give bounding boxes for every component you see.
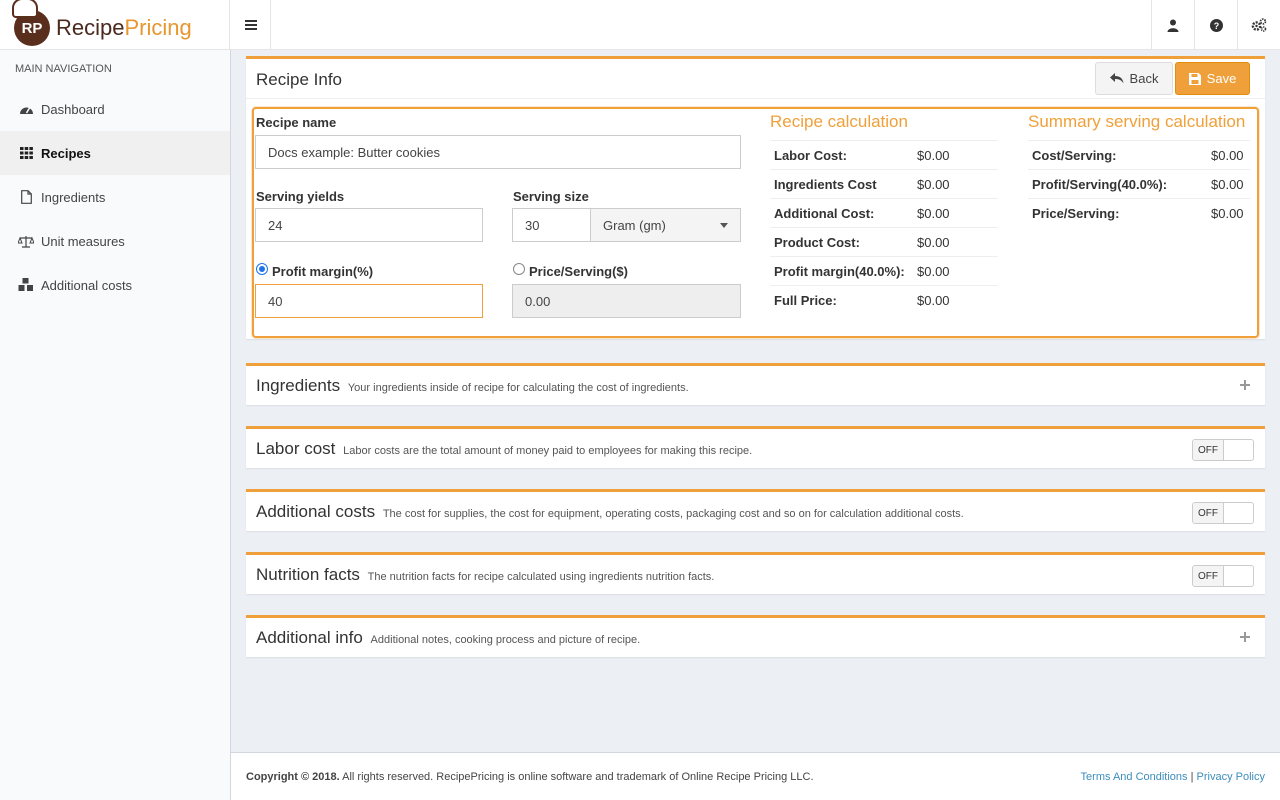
section-title: Additional info Additional notes, cookin… [256, 628, 641, 647]
serving-size-input[interactable]: 30 [512, 208, 591, 242]
sidebar: MAIN NAVIGATION Dashboard Recipes Ingred… [0, 50, 231, 800]
back-button[interactable]: Back [1095, 62, 1173, 95]
nutrition-facts-section: Nutrition facts The nutrition facts for … [246, 552, 1265, 594]
copyright-text: Copyright © 2018. All rights reserved. R… [246, 771, 814, 783]
serving-unit-select[interactable]: Gram (gm) [590, 208, 741, 242]
hamburger-icon [244, 20, 257, 30]
calc-row-profit-margin: Profit margin(40.0%): $0.00 [770, 256, 998, 285]
calc-row-ingredients-cost: Ingredients Cost $0.00 [770, 169, 998, 198]
brand-name: RecipePricing [56, 15, 192, 40]
sidebar-item-label: Recipes [41, 145, 91, 161]
nav-heading: MAIN NAVIGATION [15, 63, 112, 75]
section-title: Labor cost Labor costs are the total amo… [256, 439, 753, 458]
caret-down-icon [720, 223, 728, 228]
section-description: Additional notes, cooking process and pi… [370, 634, 641, 646]
reply-icon [1109, 73, 1124, 84]
additional-costs-section: Additional costs The cost for supplies, … [246, 489, 1265, 531]
sidebar-item-label: Unit measures [41, 233, 125, 249]
sidebar-item-label: Additional costs [41, 277, 133, 293]
sidebar-item-label: Dashboard [41, 101, 105, 117]
labor-cost-toggle[interactable]: OFF [1192, 439, 1254, 461]
section-description: The nutrition facts for recipe calculate… [367, 571, 715, 583]
profit-margin-radio[interactable] [256, 263, 268, 275]
section-description: Your ingredients inside of recipe for ca… [347, 382, 689, 394]
user-icon [1167, 19, 1179, 32]
chef-hat-logo-icon: RP [12, 0, 50, 46]
price-serving-input[interactable]: 0.00 [512, 284, 741, 318]
recipe-form-frame: Recipe name Docs example: Butter cookies… [252, 107, 1259, 338]
section-title: Nutrition facts The nutrition facts for … [256, 565, 715, 584]
calc-row-full-price: Full Price: $0.00 [770, 285, 998, 314]
sidebar-item-ingredients[interactable]: Ingredients [0, 175, 230, 219]
help-button[interactable]: ? [1194, 0, 1237, 50]
sidebar-item-recipes[interactable]: Recipes [0, 131, 230, 175]
sidebar-item-additional-costs[interactable]: Additional costs [0, 263, 230, 307]
save-button[interactable]: Save [1175, 62, 1250, 95]
summary-row-price-serving: Price/Serving: $0.00 [1028, 198, 1250, 227]
recipe-info-title: Recipe Info [256, 70, 342, 89]
footer-separator: | [1190, 771, 1194, 783]
profit-margin-label: Profit margin(%) [272, 264, 374, 279]
nutrition-facts-toggle[interactable]: OFF [1192, 565, 1254, 587]
section-title: Additional costs The cost for supplies, … [256, 502, 964, 521]
calc-row-labor-cost: Labor Cost: $0.00 [770, 140, 998, 169]
profit-margin-input[interactable]: 40 [255, 284, 483, 318]
footer-links: Terms And Conditions | Privacy Policy [1081, 771, 1265, 783]
summary-row-profit-serving: Profit/Serving(40.0%): $0.00 [1028, 169, 1250, 198]
serving-yields-label: Serving yields [256, 189, 345, 204]
section-title: Ingredients Your ingredients inside of r… [256, 376, 689, 395]
sidebar-item-label: Ingredients [41, 189, 106, 205]
top-header: RP RecipePricing ? [0, 0, 1280, 50]
section-description: The cost for supplies, the cost for equi… [382, 508, 964, 520]
section-description: Labor costs are the total amount of mone… [343, 445, 753, 457]
header-icon-bar: ? [1151, 0, 1280, 50]
additional-costs-toggle[interactable]: OFF [1192, 502, 1254, 524]
floppy-disk-icon [1188, 72, 1201, 85]
ingredients-section: Ingredients Your ingredients inside of r… [246, 363, 1265, 405]
cogs-icon [1251, 18, 1267, 32]
dashboard-icon [18, 102, 34, 116]
expand-plus-icon[interactable] [1240, 632, 1250, 642]
user-menu-button[interactable] [1151, 0, 1194, 50]
footer: Copyright © 2018. All rights reserved. R… [231, 752, 1280, 800]
grid-icon [18, 146, 34, 160]
recipe-name-input[interactable]: Docs example: Butter cookies [255, 135, 741, 169]
svg-text:?: ? [1213, 21, 1219, 31]
main-content: Recipe Info Back Save Recipe name Docs e… [231, 50, 1280, 752]
recipe-info-header: Recipe Info Back Save [246, 59, 1265, 99]
summary-calculation-title: Summary serving calculation [1028, 112, 1246, 131]
summary-row-cost-serving: Cost/Serving: $0.00 [1028, 140, 1250, 169]
serving-yields-input[interactable]: 24 [255, 208, 483, 242]
file-icon [18, 190, 34, 204]
settings-button[interactable] [1237, 0, 1280, 50]
additional-info-section: Additional info Additional notes, cookin… [246, 615, 1265, 657]
calc-row-additional-cost: Additional Cost: $0.00 [770, 198, 998, 227]
price-serving-label: Price/Serving($) [529, 264, 628, 279]
cubes-icon [18, 278, 34, 292]
recipe-info-panel: Recipe Info Back Save Recipe name Docs e… [246, 56, 1265, 339]
labor-cost-section: Labor cost Labor costs are the total amo… [246, 426, 1265, 468]
serving-size-label: Serving size [513, 189, 589, 204]
expand-plus-icon[interactable] [1240, 380, 1250, 390]
privacy-link[interactable]: Privacy Policy [1197, 771, 1265, 783]
recipe-name-label: Recipe name [256, 115, 337, 130]
brand-logo[interactable]: RP RecipePricing [0, 0, 230, 50]
calc-row-product-cost: Product Cost: $0.00 [770, 227, 998, 256]
scale-icon [18, 234, 34, 248]
price-serving-radio[interactable] [513, 263, 525, 275]
sidebar-toggle-button[interactable] [231, 0, 271, 50]
sidebar-item-unit-measures[interactable]: Unit measures [0, 219, 230, 263]
terms-link[interactable]: Terms And Conditions [1081, 771, 1188, 783]
question-icon: ? [1209, 18, 1223, 32]
recipe-calculation-title: Recipe calculation [770, 112, 908, 131]
sidebar-item-dashboard[interactable]: Dashboard [0, 87, 230, 131]
